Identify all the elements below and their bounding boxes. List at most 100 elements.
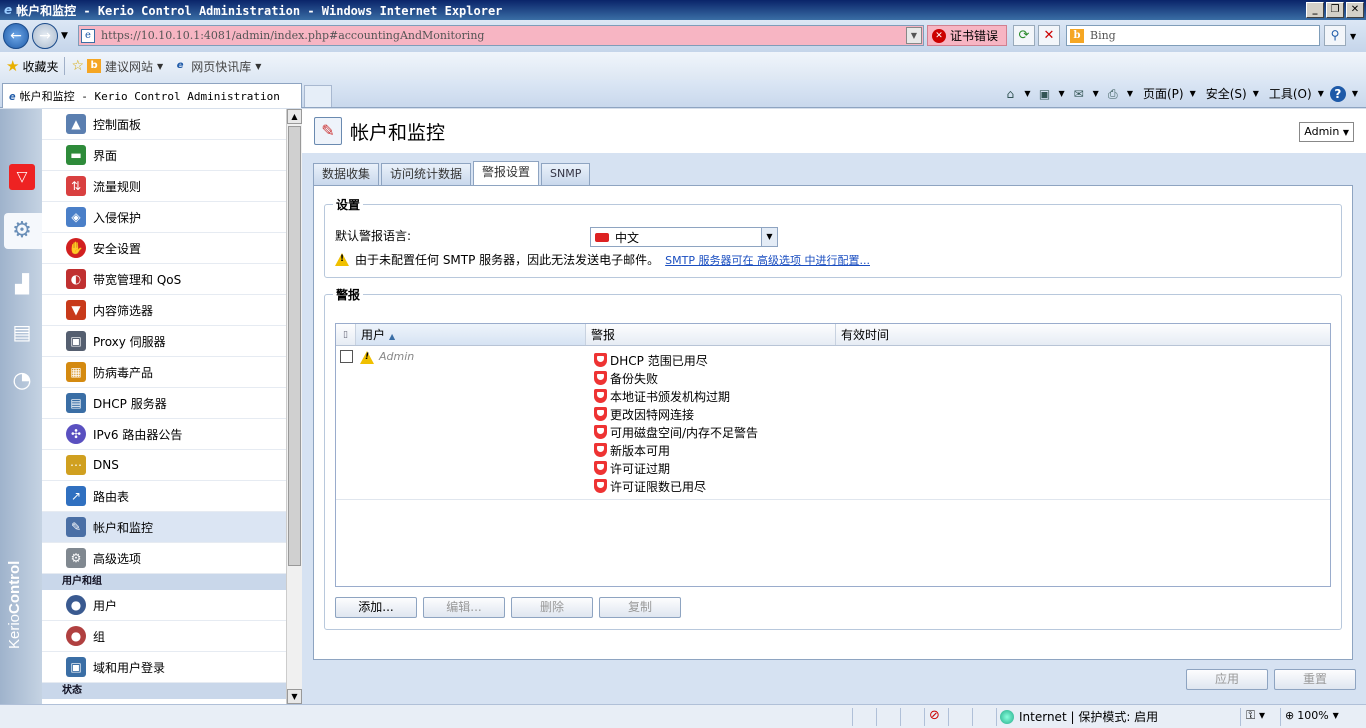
tab-access-statistics[interactable]: 访问统计数据 [381,163,472,185]
sidebar-item-security-settings[interactable]: ✋ 安全设置 [42,233,286,264]
forward-button[interactable]: → [32,23,58,49]
mail-icon[interactable]: ✉ [1071,86,1087,102]
firewall-shield-icon[interactable]: ▽ [9,164,35,190]
add-favorite-icon[interactable]: ☆ [71,58,84,74]
history-dropdown-icon[interactable]: ▼ [61,31,68,41]
back-button[interactable]: ← [3,23,29,49]
ie-logo-icon: e [4,3,13,17]
scrollbar-thumb[interactable] [288,126,301,566]
delete-button[interactable]: 删除 [511,597,593,618]
refresh-button[interactable]: ⟳ [1013,25,1035,46]
tab-snmp[interactable]: SNMP [541,163,591,185]
user-menu-button[interactable]: Admin ▼ [1299,122,1354,142]
edit-button[interactable]: 编辑... [423,597,505,618]
apply-button[interactable]: 应用 [1186,669,1268,690]
copy-button[interactable]: 复制 [599,597,681,618]
security-zone[interactable]: Internet | 保护模式: 启用 [1000,708,1158,725]
sidebar-item-label: 带宽管理和 QoS [93,272,182,287]
sidebar-item-content-filter[interactable]: ▼ 内容筛选器 [42,295,286,326]
sidebar-item-traffic-rules[interactable]: ⇅ 流量规则 [42,171,286,202]
alert-item-label: 许可证过期 [610,461,671,476]
sidebar-item-accounting-monitoring[interactable]: ✎ 帐户和监控 [42,512,286,543]
sidebar-item-dns[interactable]: ⋯ DNS [42,450,286,481]
home-icon[interactable]: ⌂ [1002,86,1018,102]
chevron-down-icon[interactable]: ▼ [1024,89,1030,98]
sidebar-item-domains-login[interactable]: ▣ 域和用户登录 [42,652,286,683]
alert-item: 许可证限数已用尽 [594,477,836,495]
table-row[interactable]: Admin DHCP 范围已用尽 备份失败 本地证书颁发机构过期 更改因特网连接… [336,346,1330,500]
search-options-dropdown-icon[interactable]: ▼ [1350,32,1356,41]
web-slice-gallery-link[interactable]: e 网页快讯库 ▼ [173,58,262,75]
status-pie-icon[interactable]: ◔ [9,367,35,393]
print-icon[interactable]: ⎙ [1105,86,1121,102]
feeds-icon[interactable]: ▣ [1037,86,1053,102]
tools-menu[interactable]: 工具(O) [1269,85,1312,102]
sidebar-item-bandwidth-qos[interactable]: ◐ 带宽管理和 QoS [42,264,286,295]
tab-alert-settings[interactable]: 警报设置 [473,161,540,185]
column-header-valid-time[interactable]: 有效时间 [836,324,1330,345]
certificate-error-button[interactable]: ✕ 证书错误 [927,25,1007,46]
sidebar-item-groups[interactable]: ● 组 [42,621,286,652]
bing-icon: b [1070,28,1084,43]
close-button[interactable]: ✕ [1346,2,1364,18]
security-hand-icon: ✋ [66,238,86,258]
module-rail: ▽ ⚙ ▟ ▤ ◔ KerioControl [0,109,42,704]
sidebar-item-antivirus[interactable]: ▦ 防病毒产品 [42,357,286,388]
new-tab-button[interactable] [304,85,332,107]
page-menu[interactable]: 页面(P) [1143,85,1184,102]
sidebar-item-dashboard[interactable]: ▲ 控制面板 [42,109,286,140]
select-all-column-icon[interactable]: ▯ [336,324,356,345]
scroll-down-icon[interactable]: ▼ [287,689,302,704]
chevron-down-icon[interactable]: ▼ [1318,89,1324,98]
minimize-button[interactable]: _ [1306,2,1324,18]
zoom-control[interactable]: ⊕ 100% ▼ [1285,709,1339,722]
chevron-down-icon[interactable]: ▼ [1352,89,1358,98]
add-button[interactable]: 添加... [335,597,417,618]
sidebar-item-interfaces[interactable]: ▬ 界面 [42,140,286,171]
favorites-button[interactable]: ★ 收藏夹 [6,57,58,75]
column-header-alert[interactable]: 警报 [586,324,836,345]
browser-tab-label: 帐户和监控 - Kerio Control Administration [19,90,280,103]
address-dropdown-icon[interactable]: ▼ [906,27,922,44]
alert-shield-icon [594,371,607,385]
chevron-down-icon[interactable]: ▼ [1127,89,1133,98]
sidebar-item-advanced-options[interactable]: ⚙ 高级选项 [42,543,286,574]
help-icon[interactable]: ? [1329,85,1346,102]
search-input[interactable]: b Bing [1066,25,1320,46]
chevron-down-icon[interactable]: ▼ [1093,89,1099,98]
alert-language-select[interactable]: 中文 ▼ [590,227,778,247]
chevron-down-icon[interactable]: ▼ [1190,89,1196,98]
page-tabs: 数据收集 访问统计数据 警报设置 SNMP [313,161,592,185]
search-button[interactable]: ⚲ [1324,25,1346,46]
smtp-config-link[interactable]: SMTP 服务器可在 高级选项 中进行配置... [665,252,870,268]
tab-data-collection[interactable]: 数据收集 [313,163,380,185]
chevron-down-icon[interactable]: ▼ [1059,89,1065,98]
stop-button[interactable]: ✕ [1038,25,1060,46]
suggested-sites-link[interactable]: b 建议网站 ▼ [87,58,163,75]
chevron-down-icon: ▼ [157,61,164,71]
browser-tab-active[interactable]: e 帐户和监控 - Kerio Control Administration [2,83,302,108]
sidebar-item-dhcp-server[interactable]: ▤ DHCP 服务器 [42,388,286,419]
sidebar-section-users-groups: 用户和组 [42,574,286,590]
kerio-control-logo: KerioControl [6,561,23,649]
address-input[interactable]: e https://10.10.10.1:4081/admin/index.ph… [78,25,924,46]
sidebar-scrollbar[interactable]: ▲ ▼ [286,109,302,704]
sidebar-item-users[interactable]: ● 用户 [42,590,286,621]
privacy-icon[interactable]: ⚿ ▾ [1246,708,1265,723]
chevron-down-icon[interactable]: ▼ [1253,89,1259,98]
safety-menu[interactable]: 安全(S) [1206,85,1247,102]
sidebar-item-ipv6-router-ads[interactable]: ✣ IPv6 路由器公告 [42,419,286,450]
sidebar-item-proxy-server[interactable]: ▣ Proxy 伺服器 [42,326,286,357]
blocked-content-icon[interactable]: ⊘ [929,708,940,723]
sidebar-item-intrusion-prevention[interactable]: ◈ 入侵保护 [42,202,286,233]
restore-button[interactable]: ❐ [1326,2,1344,18]
reset-button[interactable]: 重置 [1274,669,1356,690]
statistics-bars-icon[interactable]: ▟ [9,271,35,297]
column-header-user[interactable]: 用户 ▲ [356,324,586,345]
logs-document-icon[interactable]: ▤ [9,319,35,345]
row-checkbox[interactable] [339,350,353,363]
scroll-up-icon[interactable]: ▲ [287,109,302,124]
sidebar-item-routing-table[interactable]: ↗ 路由表 [42,481,286,512]
configuration-gear-icon[interactable]: ⚙ [9,217,35,243]
chevron-down-icon[interactable]: ▼ [761,228,777,246]
